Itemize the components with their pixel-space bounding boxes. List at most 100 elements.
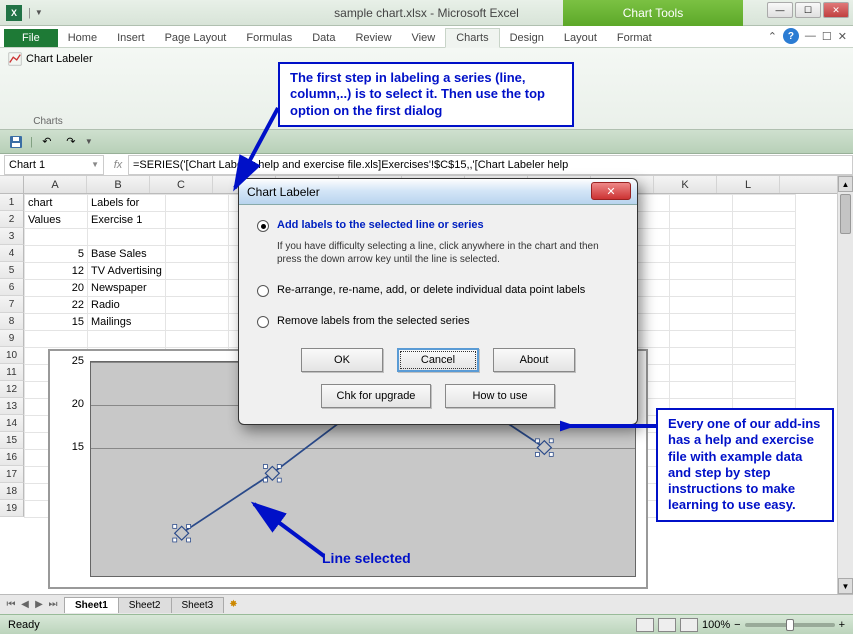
tab-insert[interactable]: Insert (107, 29, 155, 47)
ok-button[interactable]: OK (301, 348, 383, 372)
tab-charts[interactable]: Charts (445, 28, 499, 48)
how-to-use-button[interactable]: How to use (445, 384, 555, 408)
cell[interactable]: TV Advertising (88, 263, 166, 280)
row-header[interactable]: 4 (0, 245, 24, 262)
redo-icon[interactable]: ↷ (61, 133, 81, 151)
cell[interactable]: Labels for (88, 195, 166, 212)
row-header[interactable]: 7 (0, 296, 24, 313)
cell[interactable] (165, 263, 228, 280)
cell[interactable] (669, 229, 732, 246)
zoom-in-icon[interactable]: + (839, 619, 845, 631)
cell[interactable] (88, 331, 166, 348)
undo-icon[interactable]: ↶ (37, 133, 57, 151)
check-upgrade-button[interactable]: Chk for upgrade (321, 384, 431, 408)
sheet-nav-next-icon[interactable]: ▶ (32, 599, 46, 610)
cell[interactable] (732, 365, 795, 382)
row-header[interactable]: 3 (0, 228, 24, 245)
cell[interactable] (732, 263, 795, 280)
cell[interactable] (165, 314, 228, 331)
cell[interactable]: Mailings (88, 314, 166, 331)
cell[interactable]: Base Sales (88, 246, 166, 263)
cell[interactable] (669, 297, 732, 314)
zoom-out-icon[interactable]: − (734, 619, 740, 631)
cell[interactable] (165, 331, 228, 348)
maximize-button[interactable]: ☐ (795, 2, 821, 18)
cell[interactable] (669, 263, 732, 280)
cell[interactable] (732, 314, 795, 331)
tab-home[interactable]: Home (58, 29, 107, 47)
tab-file[interactable]: File (4, 29, 58, 47)
sheet-tab-2[interactable]: Sheet2 (118, 597, 172, 613)
doc-minimize-icon[interactable]: — (805, 30, 816, 42)
row-header[interactable]: 18 (0, 483, 24, 500)
row-header[interactable]: 15 (0, 432, 24, 449)
view-normal-icon[interactable] (636, 618, 654, 632)
cell[interactable] (165, 246, 228, 263)
radio-rearrange[interactable] (257, 285, 269, 297)
minimize-button[interactable]: — (767, 2, 793, 18)
cell[interactable]: chart (25, 195, 88, 212)
formula-input[interactable]: =SERIES('[Chart Labeler help and exercis… (128, 155, 853, 175)
column-header[interactable]: B (87, 176, 150, 193)
row-header[interactable]: 10 (0, 347, 24, 364)
cell[interactable]: Exercise 1 (88, 212, 166, 229)
doc-restore-icon[interactable]: ☐ (822, 30, 832, 43)
cell[interactable] (732, 382, 795, 399)
cell[interactable]: Newspaper (88, 280, 166, 297)
cell[interactable] (669, 280, 732, 297)
doc-close-icon[interactable]: ✕ (838, 30, 847, 43)
new-sheet-icon[interactable]: ✸ (229, 599, 237, 610)
row-header[interactable]: 11 (0, 364, 24, 381)
tab-data[interactable]: Data (302, 29, 345, 47)
cell[interactable] (165, 195, 228, 212)
cell[interactable] (732, 348, 795, 365)
about-button[interactable]: About (493, 348, 575, 372)
cell[interactable] (25, 229, 88, 246)
row-header[interactable]: 9 (0, 330, 24, 347)
name-box[interactable]: Chart 1 ▼ (4, 155, 104, 175)
fx-icon[interactable]: fx (108, 159, 128, 171)
column-header[interactable]: K (654, 176, 717, 193)
sheet-nav-first-icon[interactable]: ⏮ (4, 599, 18, 610)
cell[interactable]: 15 (25, 314, 88, 331)
cell[interactable] (88, 229, 166, 246)
tab-formulas[interactable]: Formulas (236, 29, 302, 47)
tab-format[interactable]: Format (607, 29, 662, 47)
tab-page-layout[interactable]: Page Layout (155, 29, 237, 47)
cell[interactable]: Radio (88, 297, 166, 314)
row-header[interactable]: 5 (0, 262, 24, 279)
cell[interactable] (732, 246, 795, 263)
column-header[interactable]: C (150, 176, 213, 193)
cell[interactable] (669, 314, 732, 331)
dialog-titlebar[interactable]: Chart Labeler ✕ (239, 179, 637, 205)
close-button[interactable]: ✕ (823, 2, 849, 18)
row-header[interactable]: 1 (0, 194, 24, 211)
chart-data-point[interactable] (535, 439, 553, 457)
row-header[interactable]: 19 (0, 500, 24, 517)
column-header[interactable]: L (717, 176, 780, 193)
qat-dropdown-icon[interactable]: ▼ (35, 8, 43, 17)
scroll-down-icon[interactable]: ▼ (838, 578, 853, 594)
cell[interactable] (669, 348, 732, 365)
cancel-button[interactable]: Cancel (397, 348, 479, 372)
cell[interactable] (669, 195, 732, 212)
zoom-thumb[interactable] (786, 619, 794, 631)
cell[interactable] (732, 280, 795, 297)
tab-view[interactable]: View (402, 29, 446, 47)
radio-add-labels[interactable] (257, 220, 269, 232)
cell[interactable] (732, 297, 795, 314)
row-header[interactable]: 16 (0, 449, 24, 466)
cell[interactable] (165, 212, 228, 229)
cell[interactable] (669, 365, 732, 382)
cell[interactable] (669, 246, 732, 263)
save-icon[interactable] (6, 133, 26, 151)
row-header[interactable]: 17 (0, 466, 24, 483)
cell[interactable]: 22 (25, 297, 88, 314)
cell[interactable] (165, 229, 228, 246)
cell[interactable] (732, 229, 795, 246)
row-header[interactable]: 8 (0, 313, 24, 330)
zoom-slider[interactable] (745, 623, 835, 627)
cell[interactable] (25, 331, 88, 348)
cell[interactable]: 5 (25, 246, 88, 263)
sheet-tab-3[interactable]: Sheet3 (171, 597, 225, 613)
